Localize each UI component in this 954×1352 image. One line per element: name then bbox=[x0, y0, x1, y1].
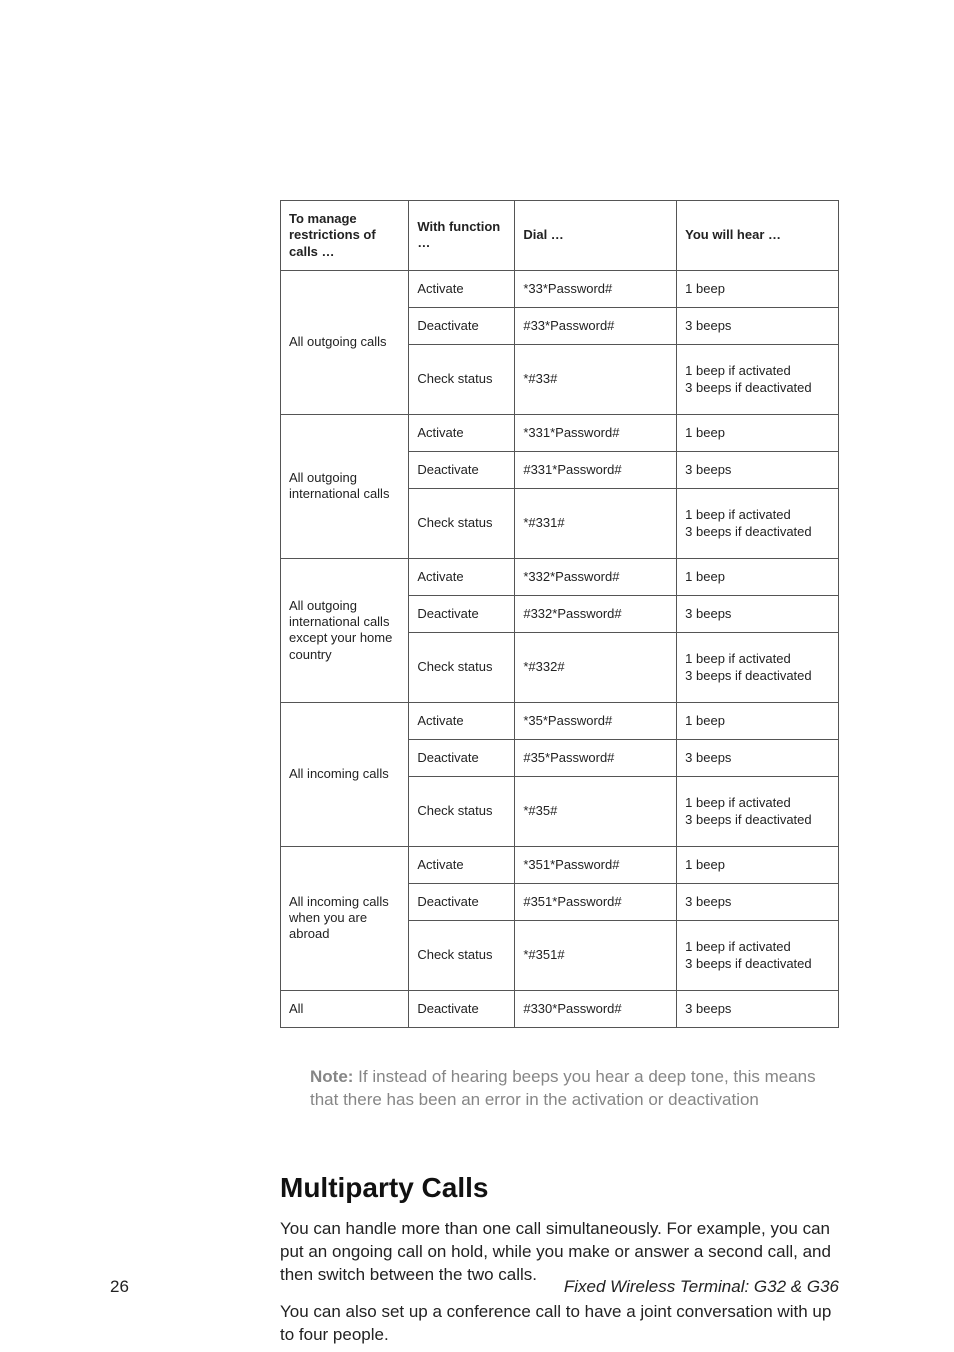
cell-dial: *#351# bbox=[515, 921, 677, 991]
cell-dial: *331*Password# bbox=[515, 414, 677, 451]
cell-func: Deactivate bbox=[409, 452, 515, 489]
cell-dial: #330*Password# bbox=[515, 990, 677, 1027]
footer-title: Fixed Wireless Terminal: G32 & G36 bbox=[564, 1277, 839, 1297]
cell-func: Check status bbox=[409, 489, 515, 559]
cell-dial: #331*Password# bbox=[515, 452, 677, 489]
group-label: All outgoing international calls except … bbox=[281, 558, 409, 702]
cell-dial: #33*Password# bbox=[515, 308, 677, 345]
cell-dial: *#331# bbox=[515, 489, 677, 559]
cell-hear: 1 beep bbox=[677, 270, 839, 307]
group-label: All outgoing calls bbox=[281, 270, 409, 414]
page-footer: 26 Fixed Wireless Terminal: G32 & G36 bbox=[110, 1277, 839, 1297]
cell-hear: 1 beep bbox=[677, 414, 839, 451]
cell-hear: 3 beeps bbox=[677, 308, 839, 345]
section-heading: Multiparty Calls bbox=[280, 1172, 839, 1204]
cell-hear: 1 beep bbox=[677, 558, 839, 595]
cell-func: Activate bbox=[409, 558, 515, 595]
cell-dial: *#332# bbox=[515, 633, 677, 703]
cell-dial: #332*Password# bbox=[515, 596, 677, 633]
table-row: All Deactivate #330*Password# 3 beeps bbox=[281, 990, 839, 1027]
table-row: All outgoing calls Activate *33*Password… bbox=[281, 270, 839, 307]
cell-hear: 1 beep if activated3 beeps if deactivate… bbox=[677, 345, 839, 415]
table-row: All outgoing international calls except … bbox=[281, 558, 839, 595]
cell-func: Activate bbox=[409, 414, 515, 451]
cell-dial: *35*Password# bbox=[515, 702, 677, 739]
group-label: All incoming calls when you are abroad bbox=[281, 846, 409, 990]
cell-func: Deactivate bbox=[409, 596, 515, 633]
body-paragraph-2: You can also set up a conference call to… bbox=[280, 1301, 839, 1347]
cell-dial: *#33# bbox=[515, 345, 677, 415]
cell-func: Deactivate bbox=[409, 740, 515, 777]
cell-hear: 1 beep if activated3 beeps if deactivate… bbox=[677, 777, 839, 847]
cell-dial: #35*Password# bbox=[515, 740, 677, 777]
cell-dial: *33*Password# bbox=[515, 270, 677, 307]
cell-func: Check status bbox=[409, 345, 515, 415]
cell-func: Deactivate bbox=[409, 990, 515, 1027]
note-block: Note: If instead of hearing beeps you he… bbox=[310, 1066, 839, 1112]
cell-func: Check status bbox=[409, 633, 515, 703]
table-row: All incoming calls when you are abroad A… bbox=[281, 846, 839, 883]
cell-hear: 3 beeps bbox=[677, 884, 839, 921]
cell-func: Check status bbox=[409, 777, 515, 847]
cell-func: Activate bbox=[409, 846, 515, 883]
group-label: All outgoing international calls bbox=[281, 414, 409, 558]
group-label: All bbox=[281, 990, 409, 1027]
cell-hear: 1 beep if activated3 beeps if deactivate… bbox=[677, 489, 839, 559]
cell-hear: 3 beeps bbox=[677, 596, 839, 633]
cell-hear: 1 beep bbox=[677, 846, 839, 883]
header-col1: To manage restrictions of calls … bbox=[281, 201, 409, 271]
cell-dial: *#35# bbox=[515, 777, 677, 847]
cell-hear: 1 beep if activated3 beeps if deactivate… bbox=[677, 633, 839, 703]
cell-func: Check status bbox=[409, 921, 515, 991]
cell-hear: 3 beeps bbox=[677, 452, 839, 489]
page-number: 26 bbox=[110, 1277, 129, 1297]
cell-func: Deactivate bbox=[409, 308, 515, 345]
note-label: Note: bbox=[310, 1067, 353, 1086]
cell-dial: *332*Password# bbox=[515, 558, 677, 595]
cell-dial: #351*Password# bbox=[515, 884, 677, 921]
cell-hear: 1 beep if activated3 beeps if deactivate… bbox=[677, 921, 839, 991]
header-col2: With function … bbox=[409, 201, 515, 271]
cell-hear: 3 beeps bbox=[677, 990, 839, 1027]
header-col3: Dial … bbox=[515, 201, 677, 271]
note-text: If instead of hearing beeps you hear a d… bbox=[310, 1067, 816, 1109]
header-col4: You will hear … bbox=[677, 201, 839, 271]
group-label: All incoming calls bbox=[281, 702, 409, 846]
table-header-row: To manage restrictions of calls … With f… bbox=[281, 201, 839, 271]
restrictions-table: To manage restrictions of calls … With f… bbox=[280, 200, 839, 1028]
cell-func: Activate bbox=[409, 702, 515, 739]
cell-hear: 3 beeps bbox=[677, 740, 839, 777]
cell-hear: 1 beep bbox=[677, 702, 839, 739]
cell-func: Activate bbox=[409, 270, 515, 307]
cell-dial: *351*Password# bbox=[515, 846, 677, 883]
table-row: All outgoing international calls Activat… bbox=[281, 414, 839, 451]
cell-func: Deactivate bbox=[409, 884, 515, 921]
table-row: All incoming calls Activate *35*Password… bbox=[281, 702, 839, 739]
